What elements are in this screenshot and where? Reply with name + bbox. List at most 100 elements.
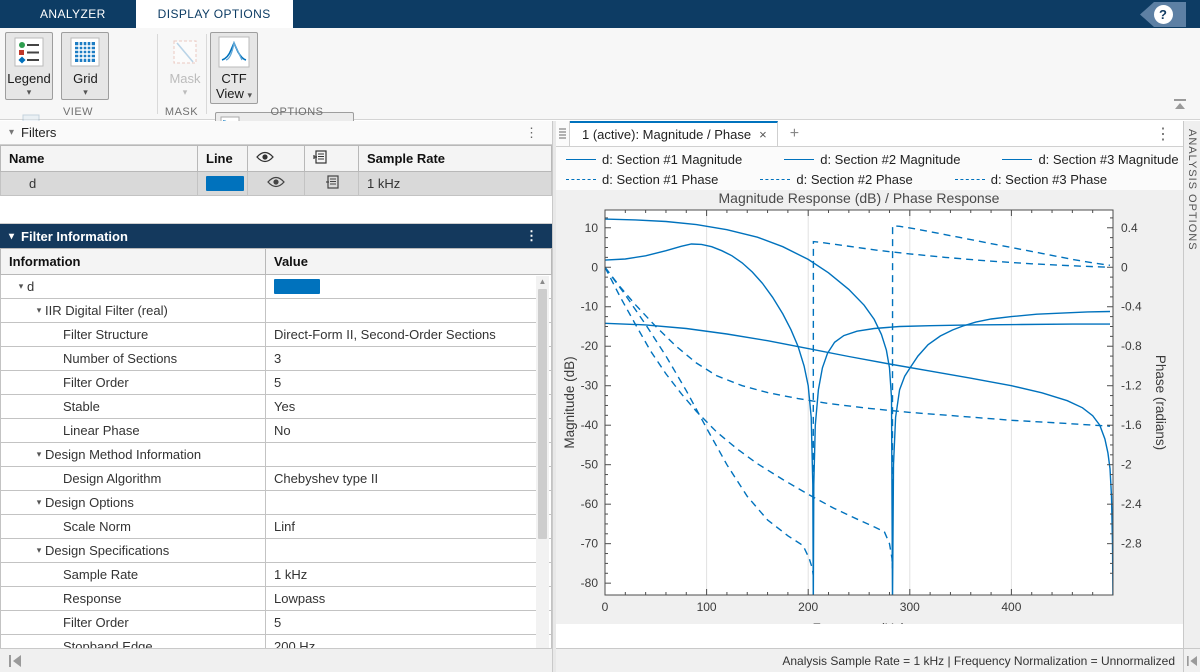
y-right-tick-label: -2 — [1121, 458, 1132, 472]
info-row[interactable]: Design AlgorithmChebyshev type II — [1, 467, 552, 491]
expand-collapse-icon[interactable]: ▾ — [33, 545, 45, 556]
info-row[interactable]: ResponseLowpass — [1, 587, 552, 611]
col-sample-rate[interactable]: Sample Rate — [359, 146, 552, 172]
tab-menu-icon[interactable]: ⋮ — [1143, 121, 1183, 146]
collapse-filter-information-icon[interactable]: ▾ — [9, 231, 14, 242]
add-tab-button[interactable]: + — [778, 121, 811, 146]
info-row[interactable]: Filter Order5 — [1, 371, 552, 395]
ribbon-group-mask: Mask ▾ MASK — [158, 28, 205, 120]
y-right-tick-label: 0.4 — [1121, 221, 1138, 235]
legend-entry[interactable]: d: Section #1 Magnitude — [566, 152, 742, 167]
scroll-up-arrow[interactable]: ▲ — [536, 276, 549, 288]
chart-title: Magnitude Response (dB) / Phase Response — [719, 190, 1000, 206]
left-status-bar — [0, 648, 552, 672]
info-row[interactable]: ▾Design Options — [1, 491, 552, 515]
info-row[interactable]: ▾IIR Digital Filter (real) — [1, 299, 552, 323]
ctf-view-button[interactable]: CTF View ▾ — [210, 32, 258, 104]
info-label: Stable — [63, 399, 100, 414]
info-value: Linf — [266, 515, 552, 539]
eye-icon — [256, 151, 274, 163]
collapse-right-panel-icon[interactable] — [1186, 656, 1198, 666]
scrollbar-thumb[interactable] — [538, 289, 547, 539]
mask-group-label: MASK — [158, 106, 205, 118]
filter-name[interactable]: d — [1, 172, 198, 196]
line-color-swatch[interactable] — [206, 176, 244, 191]
ribbon-group-options: CTF View ▾ Reference Filters — [207, 28, 387, 120]
plot-tab-label: 1 (active): Magnitude / Phase — [582, 127, 751, 142]
plot-tab[interactable]: 1 (active): Magnitude / Phase × — [570, 121, 778, 146]
info-row[interactable]: Sample Rate1 kHz — [1, 563, 552, 587]
grid-dropdown-arrow[interactable]: ▾ — [83, 88, 88, 97]
expand-collapse-icon[interactable]: ▾ — [33, 305, 45, 316]
info-row[interactable]: ▾d — [1, 275, 552, 299]
col-info[interactable] — [305, 146, 359, 172]
info-value — [266, 491, 552, 515]
expand-collapse-icon[interactable]: ▾ — [33, 497, 45, 508]
panel-grip-icon[interactable] — [556, 121, 570, 146]
filter-information-menu-icon[interactable]: ⋮ — [525, 228, 538, 244]
info-label: Design Algorithm — [63, 471, 161, 486]
filter-visibility-cell[interactable] — [248, 172, 305, 196]
col-information[interactable]: Information — [1, 249, 266, 275]
info-row[interactable]: Scale NormLinf — [1, 515, 552, 539]
tab-analyzer[interactable]: ANALYZER — [18, 0, 128, 28]
plot-legend: d: Section #1 Magnitude d: Section #2 Mag… — [556, 147, 1183, 190]
solid-line-sample-icon — [1002, 159, 1032, 160]
legend-entry[interactable]: d: Section #2 Phase — [760, 172, 912, 187]
collapse-ribbon-button[interactable] — [1172, 97, 1188, 115]
filter-information-header[interactable]: ▾ Filter Information ⋮ — [0, 224, 552, 248]
y-left-tick-label: -60 — [581, 497, 599, 511]
grid-icon — [68, 35, 102, 69]
line-color-swatch[interactable] — [274, 279, 320, 294]
info-row[interactable]: Linear PhaseNo — [1, 419, 552, 443]
legend-dropdown-arrow[interactable]: ▾ — [27, 88, 32, 97]
info-row[interactable]: Number of Sections3 — [1, 347, 552, 371]
tab-display-options[interactable]: DISPLAY OPTIONS — [136, 0, 293, 28]
collapse-filters-icon[interactable]: ▾ — [9, 127, 14, 138]
dashed-line-sample-icon — [955, 179, 985, 180]
info-scrollbar[interactable]: ▲ ▼ — [536, 276, 549, 672]
col-value[interactable]: Value — [266, 249, 552, 275]
filters-panel-header[interactable]: ▾ Filters ⋮ — [0, 121, 552, 145]
info-row[interactable]: ▾Design Method Information — [1, 443, 552, 467]
legend-entry[interactable]: d: Section #1 Phase — [566, 172, 718, 187]
legend-button[interactable]: Legend ▾ — [5, 32, 53, 100]
filters-menu-icon[interactable]: ⋮ — [525, 125, 538, 141]
filter-row-d[interactable]: d 1 kHz — [1, 172, 552, 196]
col-line[interactable]: Line — [198, 146, 248, 172]
col-visibility[interactable] — [248, 146, 305, 172]
info-row[interactable]: StableYes — [1, 395, 552, 419]
legend-entry[interactable]: d: Section #2 Magnitude — [784, 152, 960, 167]
legend-row-phase: d: Section #1 Phase d: Section #2 Phase d:… — [566, 169, 1183, 189]
info-row[interactable]: Filter StructureDirect-Form II, Second-O… — [1, 323, 552, 347]
help-icon: ? — [1154, 5, 1173, 24]
help-button[interactable]: ? — [1140, 2, 1186, 27]
display-panel: 1 (active): Magnitude / Phase × + ⋮ d: S… — [556, 121, 1183, 648]
y-right-tick-label: -1.6 — [1121, 418, 1142, 432]
legend-entry-label: d: Section #3 Phase — [991, 172, 1107, 187]
analysis-options-strip[interactable]: ANALYSIS OPTIONS — [1183, 121, 1200, 648]
collapse-left-panel-icon[interactable] — [8, 655, 22, 667]
info-value — [266, 443, 552, 467]
legend-icon — [12, 35, 46, 69]
legend-entry[interactable]: d: Section #3 Phase — [955, 172, 1107, 187]
info-label: Filter Structure — [63, 327, 148, 342]
y-left-tick-label: 10 — [585, 221, 599, 235]
filter-line-swatch-cell[interactable] — [198, 172, 248, 196]
close-tab-icon[interactable]: × — [759, 127, 767, 142]
col-name[interactable]: Name — [1, 146, 198, 172]
expand-collapse-icon[interactable]: ▾ — [33, 449, 45, 460]
info-row[interactable]: ▾Design Specifications — [1, 539, 552, 563]
figure-area[interactable]: 0100200300400100-10-20-30-40-50-60-70-80… — [556, 190, 1183, 624]
ctf-view-dropdown-arrow[interactable]: ▾ — [248, 90, 253, 100]
legend-entry[interactable]: d: Section #3 Magnitude — [1002, 152, 1178, 167]
expand-collapse-icon[interactable]: ▾ — [15, 281, 27, 292]
grid-button[interactable]: Grid ▾ — [61, 32, 109, 100]
info-row[interactable]: Filter Order5 — [1, 611, 552, 635]
info-label: Linear Phase — [63, 423, 140, 438]
legend-entry-label: d: Section #1 Phase — [602, 172, 718, 187]
filter-info-cell[interactable] — [305, 172, 359, 196]
view-group-label: VIEW — [0, 106, 156, 118]
response-plot[interactable]: 0100200300400100-10-20-30-40-50-60-70-80… — [556, 190, 1183, 624]
info-label: Number of Sections — [63, 351, 177, 366]
